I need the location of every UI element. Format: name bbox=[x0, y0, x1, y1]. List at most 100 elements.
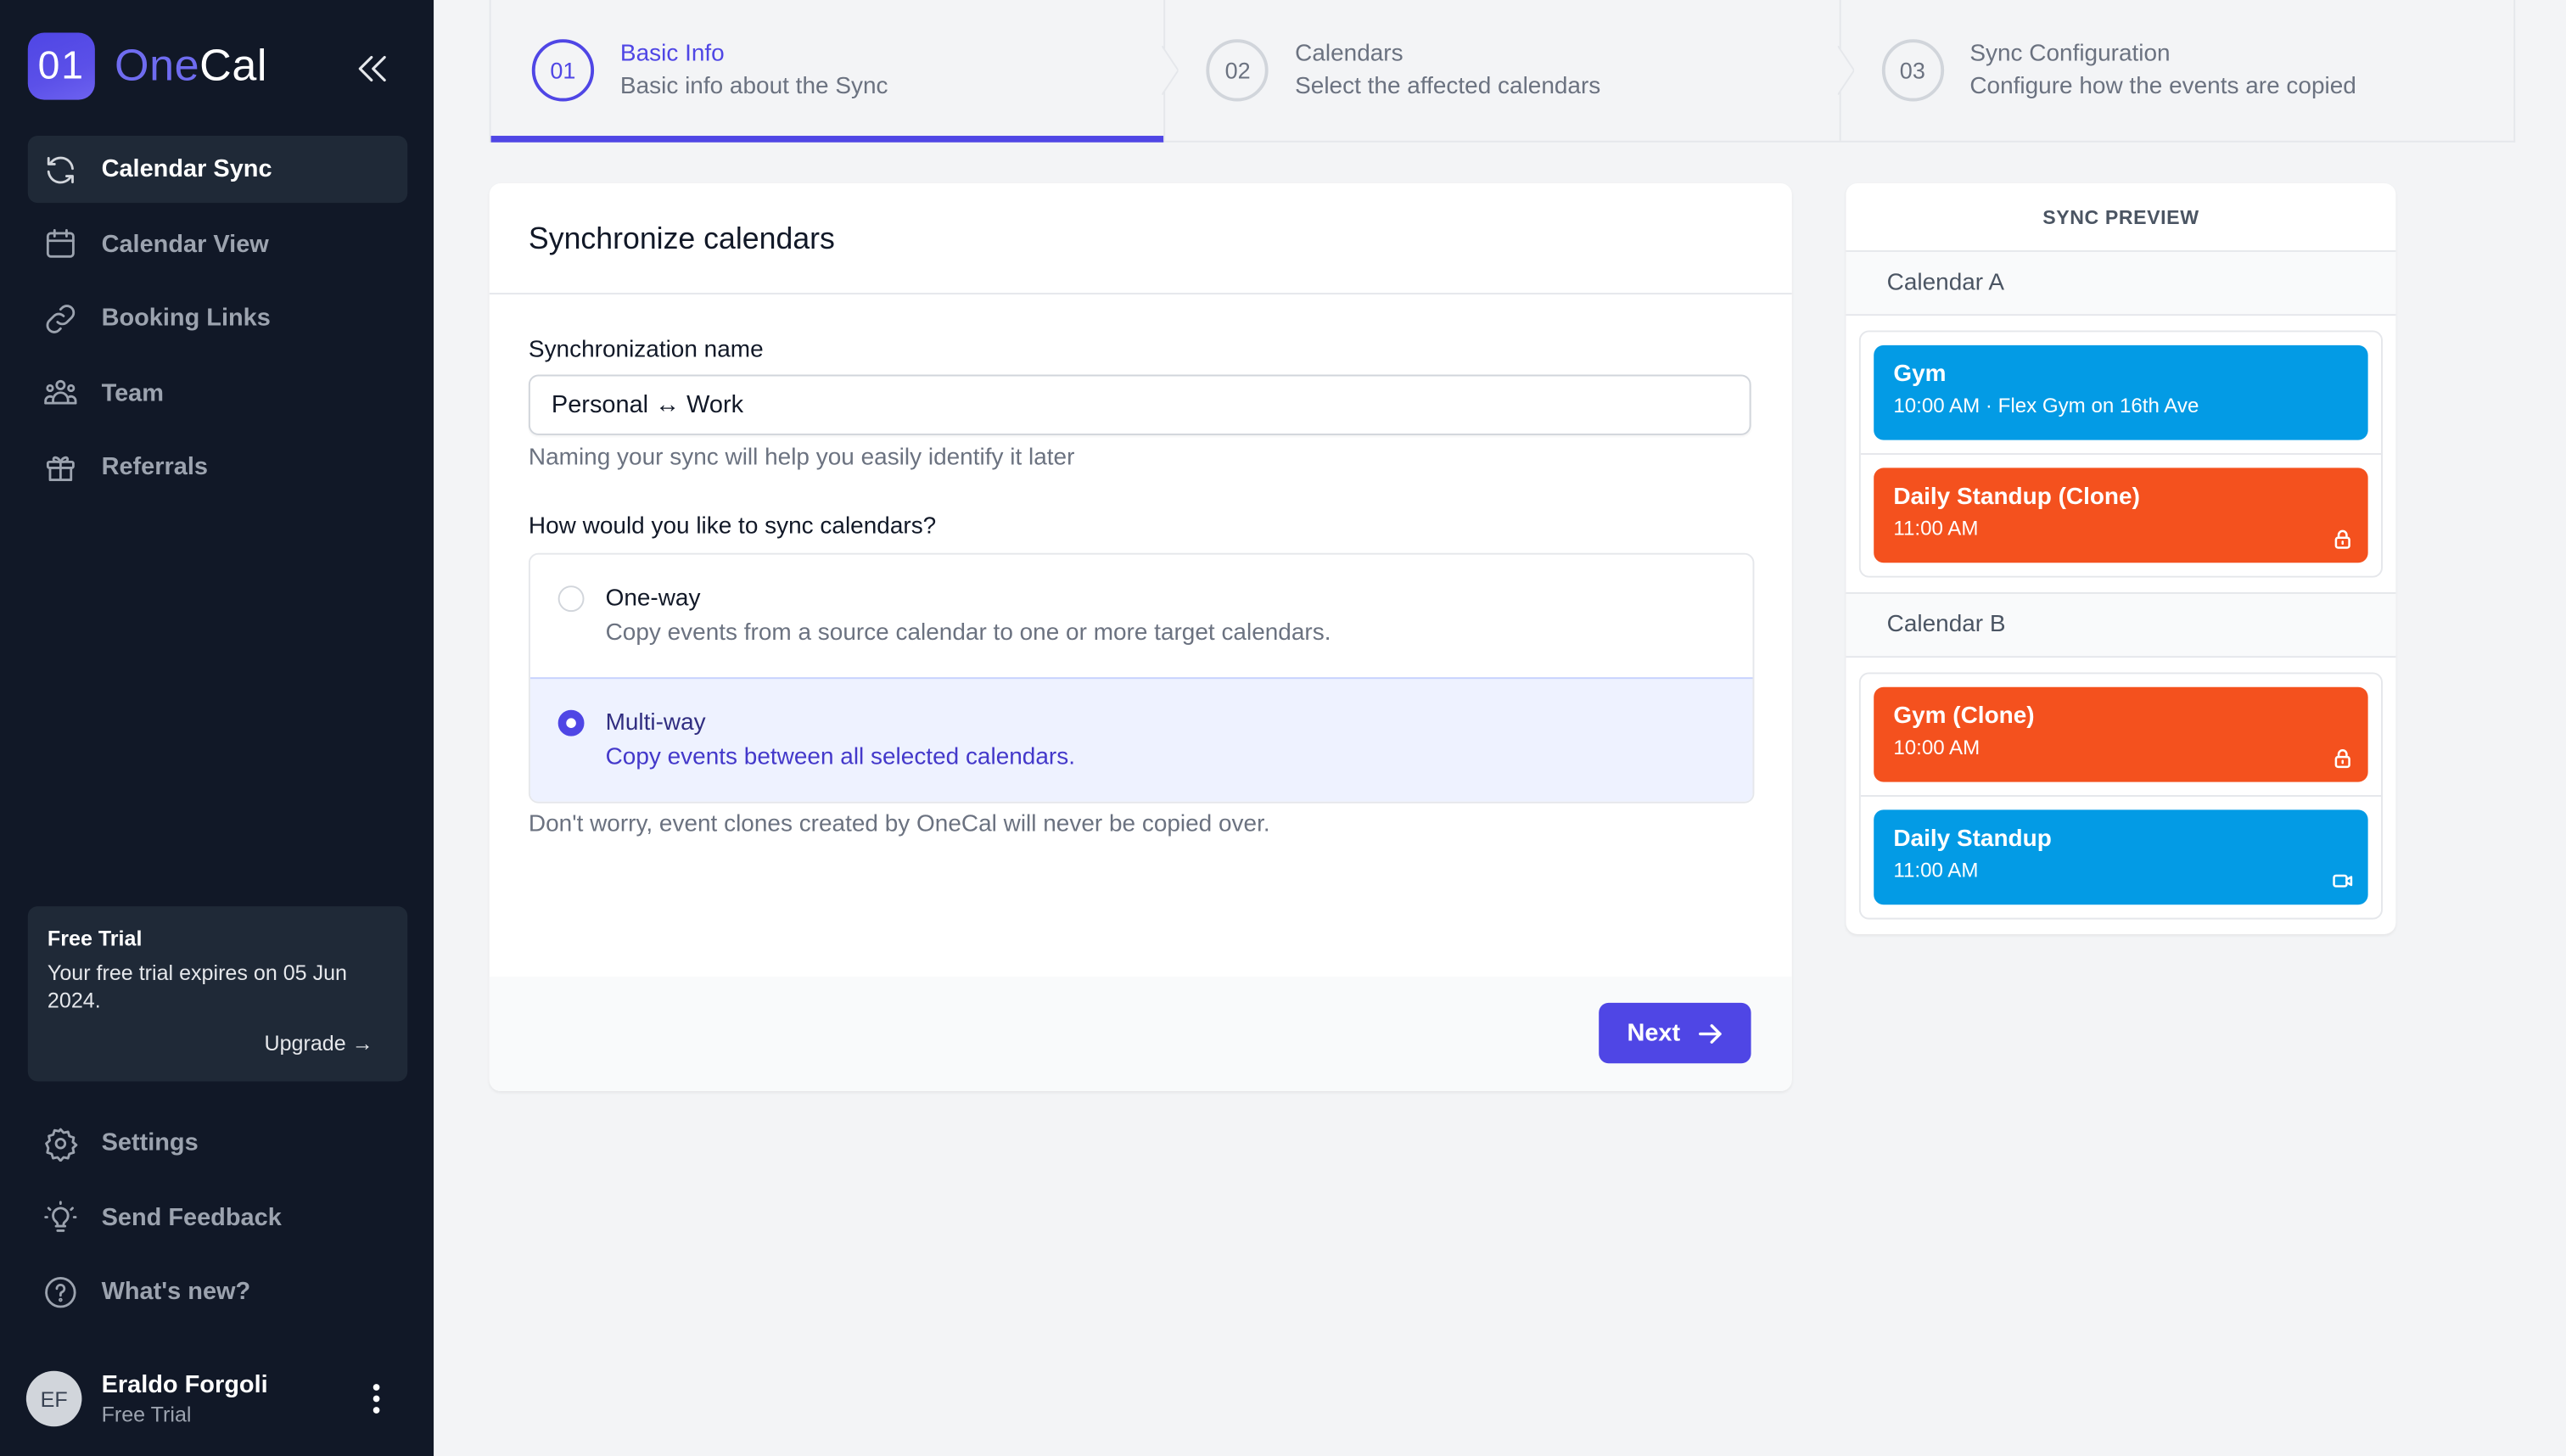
card-header: Synchronize calendars bbox=[489, 183, 1792, 295]
sidebar-item-booking-links[interactable]: Booking Links bbox=[28, 284, 407, 351]
step-number: 01 bbox=[531, 39, 595, 102]
step-basic-info[interactable]: 01 Basic Info Basic info about the Sync bbox=[490, 0, 1179, 143]
radio-title: Multi-way bbox=[605, 709, 706, 736]
gift-icon bbox=[42, 449, 78, 484]
logo[interactable]: 01 OneCal bbox=[27, 32, 268, 100]
question-circle-icon bbox=[42, 1274, 78, 1309]
user-info: Eraldo Forgoli Free Trial bbox=[102, 1370, 268, 1427]
event-title: Gym (Clone) bbox=[1893, 703, 2035, 730]
sidebar-item-label: Referrals bbox=[101, 453, 209, 481]
user-plan: Free Trial bbox=[101, 1401, 192, 1426]
sidebar-item-send-feedback[interactable]: Send Feedback bbox=[28, 1184, 407, 1251]
user-profile[interactable]: EF Eraldo Forgoli Free Trial bbox=[25, 1369, 406, 1428]
upgrade-link[interactable]: Upgrade → bbox=[264, 1031, 373, 1056]
radio-description: Copy events from a source calendar to on… bbox=[605, 619, 1331, 647]
step-subtitle: Select the affected calendars bbox=[1295, 72, 1601, 99]
sidebar-item-settings[interactable]: Settings bbox=[28, 1109, 407, 1176]
team-icon bbox=[42, 375, 78, 411]
event-card[interactable]: Gym 10:00 AM · Flex Gym on 16th Ave bbox=[1874, 344, 2368, 440]
trial-text: Your free trial expires on 05 Jun 2024. bbox=[47, 960, 348, 1013]
radio-option-multi-way[interactable]: Multi-way Copy events between all select… bbox=[529, 677, 1753, 802]
sync-name-input[interactable] bbox=[528, 374, 1751, 435]
step-separator-chevron bbox=[1162, 45, 1179, 95]
sidebar-item-team[interactable]: Team bbox=[28, 359, 407, 426]
sidebar-item-calendar-sync[interactable]: Calendar Sync bbox=[27, 136, 408, 204]
radio-description: Copy events between all selected calenda… bbox=[605, 744, 1075, 771]
radio-button-selected[interactable] bbox=[557, 709, 585, 736]
sidebar-item-whats-new[interactable]: What's new? bbox=[28, 1258, 407, 1325]
event-slot: Daily Standup 11:00 AM bbox=[1860, 795, 2382, 918]
step-title: Sync Configuration bbox=[1969, 40, 2171, 67]
sidebar-item-label: Settings bbox=[101, 1128, 199, 1157]
sync-mode-radio-group: One-way Copy events from a source calend… bbox=[528, 552, 1755, 804]
bottom-nav: Settings Send Feedback What's new? bbox=[28, 1109, 407, 1332]
step-title: Calendars bbox=[1295, 40, 1403, 67]
step-title: Basic Info bbox=[619, 40, 725, 67]
card-body: Synchronization name Naming your sync wi… bbox=[490, 337, 1792, 837]
radio-option-one-way[interactable]: One-way Copy events from a source calend… bbox=[530, 555, 1753, 678]
sync-form-card: Synchronize calendars Synchronization na… bbox=[489, 182, 1792, 1092]
step-number: 03 bbox=[1881, 39, 1944, 102]
sidebar-item-label: Team bbox=[101, 378, 165, 407]
event-subtitle: 11:00 AM bbox=[1893, 859, 1979, 882]
refresh-icon bbox=[42, 151, 78, 187]
step-subtitle: Basic info about the Sync bbox=[619, 72, 888, 99]
collapse-sidebar-button[interactable] bbox=[354, 49, 393, 88]
video-icon bbox=[2332, 871, 2353, 892]
sidebar-item-label: Calendar View bbox=[101, 229, 269, 258]
step-sync-configuration[interactable]: 03 Sync Configuration Configure how the … bbox=[1839, 0, 2513, 141]
radio-text: One-way Copy events from a source calend… bbox=[606, 582, 1331, 651]
event-subtitle: 10:00 AM bbox=[1893, 736, 1981, 759]
event-title: Daily Standup bbox=[1893, 826, 2052, 853]
free-trial-card: Free Trial Your free trial expires on 05… bbox=[27, 906, 408, 1082]
step-separator-chevron bbox=[1837, 45, 1854, 95]
event-title: Daily Standup (Clone) bbox=[1893, 484, 2140, 511]
event-title: Gym bbox=[1893, 361, 1947, 388]
step-text: Basic Info Basic info about the Sync bbox=[620, 36, 888, 104]
main-nav: Calendar Sync Calendar View Booking Link… bbox=[27, 136, 408, 508]
user-name: Eraldo Forgoli bbox=[101, 1369, 268, 1398]
avatar: EF bbox=[25, 1370, 82, 1427]
clone-note: Don't worry, event clones created by One… bbox=[528, 811, 1270, 838]
sync-name-label: Synchronization name bbox=[528, 337, 764, 364]
sidebar-item-referrals[interactable]: Referrals bbox=[28, 434, 407, 501]
trial-title: Free Trial bbox=[47, 926, 143, 951]
step-subtitle: Configure how the events are copied bbox=[1969, 72, 2356, 99]
gear-icon bbox=[42, 1125, 78, 1161]
sync-preview-title: SYNC PREVIEW bbox=[1846, 183, 2396, 252]
event-list: Gym 10:00 AM · Flex Gym on 16th Ave Dail… bbox=[1858, 330, 2383, 578]
event-slot: Gym 10:00 AM · Flex Gym on 16th Ave bbox=[1861, 332, 2381, 453]
sidebar: 01 OneCal Calendar Sync Calendar View Bo… bbox=[0, 0, 434, 1456]
calendar-a-header: Calendar A bbox=[1846, 251, 2396, 316]
logo-text-cal: Cal bbox=[199, 41, 268, 91]
next-button[interactable]: Next bbox=[1599, 1002, 1751, 1064]
stepper: 01 Basic Info Basic info about the Sync … bbox=[489, 0, 2516, 143]
radio-text: Multi-way Copy events between all select… bbox=[606, 707, 1075, 776]
app-root: 01 OneCal Calendar Sync Calendar View Bo… bbox=[0, 0, 2566, 1456]
calendar-b-header: Calendar B bbox=[1846, 591, 2396, 658]
link-icon bbox=[42, 300, 78, 336]
calendar-b-events: Gym (Clone) 10:00 AM Daily Standup 11:00… bbox=[1846, 658, 2395, 934]
page-title: Synchronize calendars bbox=[528, 220, 835, 255]
sidebar-item-calendar-view[interactable]: Calendar View bbox=[28, 210, 407, 277]
event-card[interactable]: Daily Standup (Clone) 11:00 AM bbox=[1874, 468, 2368, 563]
lock-icon bbox=[2332, 529, 2353, 550]
more-vertical-icon[interactable] bbox=[370, 1379, 383, 1418]
chevrons-left-icon bbox=[358, 55, 386, 82]
sidebar-item-label: Send Feedback bbox=[101, 1203, 282, 1231]
event-slot: Gym (Clone) 10:00 AM bbox=[1861, 674, 2381, 795]
event-subtitle: 11:00 AM bbox=[1893, 517, 1979, 540]
lightbulb-icon bbox=[42, 1199, 78, 1235]
logo-text-one: One bbox=[114, 41, 200, 91]
event-card[interactable]: Daily Standup 11:00 AM bbox=[1874, 809, 2368, 905]
radio-button[interactable] bbox=[557, 585, 585, 613]
sidebar-item-label: Calendar Sync bbox=[101, 155, 272, 183]
event-list: Gym (Clone) 10:00 AM Daily Standup 11:00… bbox=[1858, 672, 2383, 920]
step-calendars[interactable]: 02 Calendars Select the affected calenda… bbox=[1163, 0, 1854, 141]
event-subtitle: 10:00 AM · Flex Gym on 16th Ave bbox=[1893, 394, 2199, 417]
sync-preview-panel: SYNC PREVIEW Calendar A Gym 10:00 AM · F… bbox=[1846, 182, 2396, 934]
lock-icon bbox=[2332, 748, 2353, 769]
sidebar-item-label: Booking Links bbox=[101, 304, 271, 333]
sidebar-item-label: What's new? bbox=[101, 1277, 251, 1306]
event-card[interactable]: Gym (Clone) 10:00 AM bbox=[1874, 686, 2368, 782]
